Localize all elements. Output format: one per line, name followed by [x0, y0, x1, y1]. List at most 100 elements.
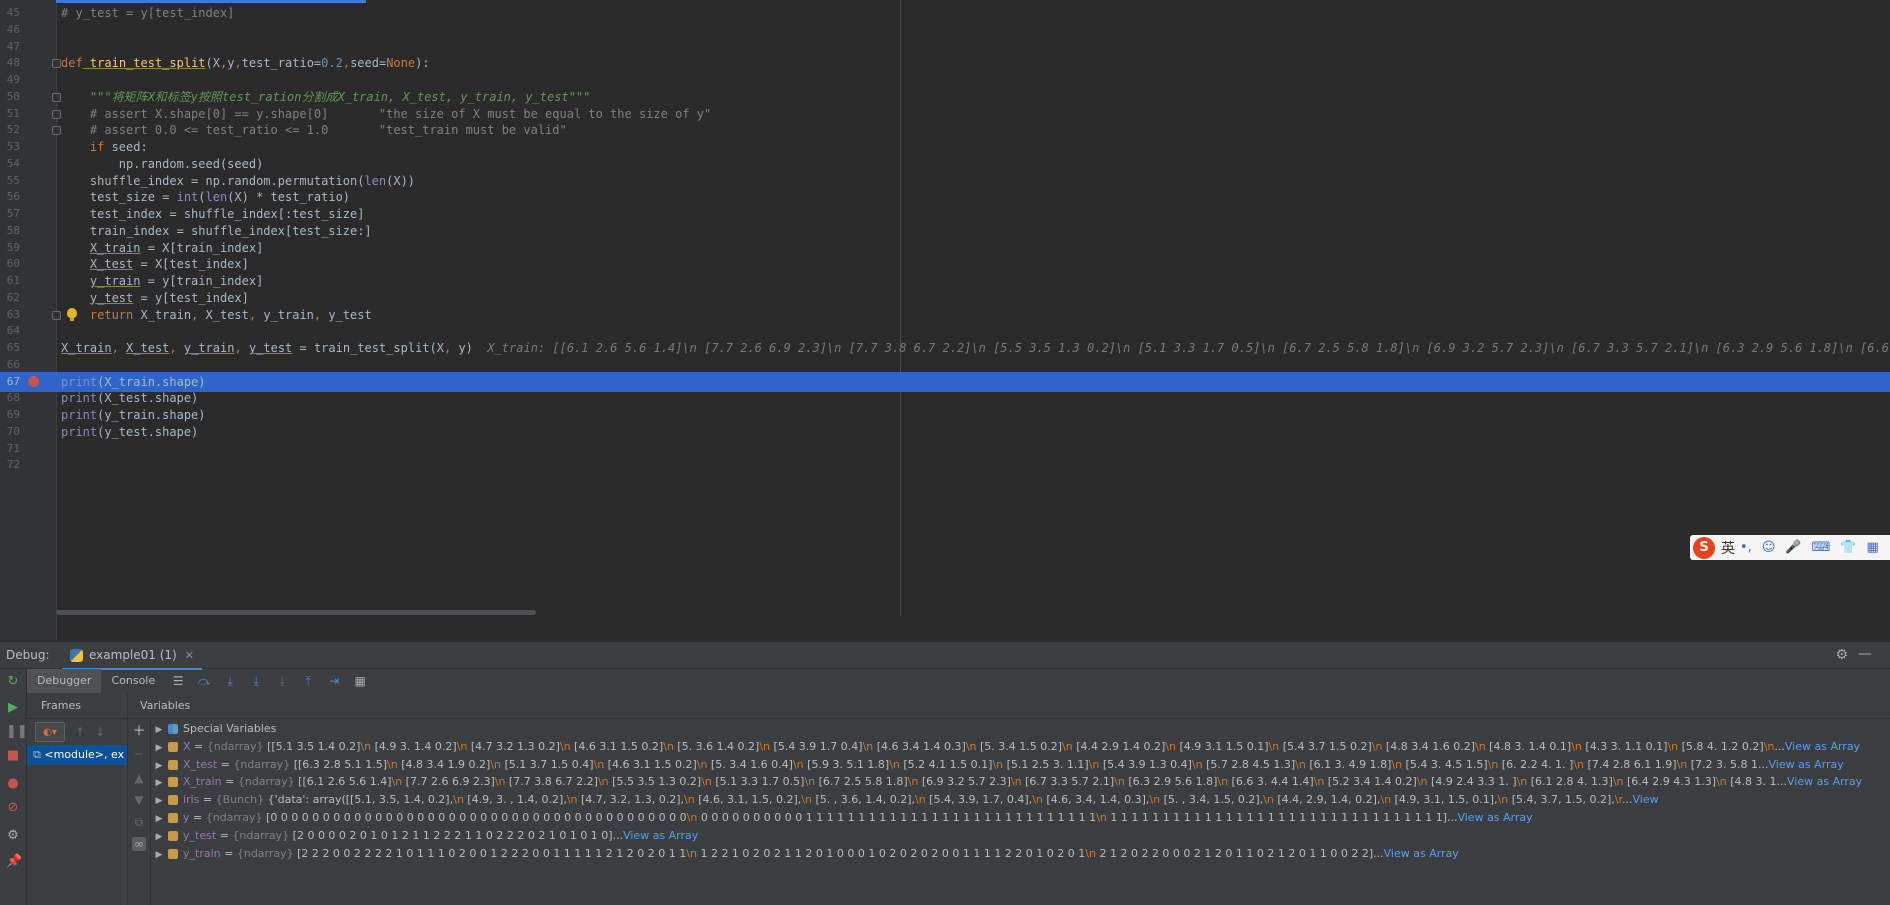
mute-breakpoints-icon[interactable]: ⊘	[6, 801, 20, 815]
tab-console[interactable]: Console	[101, 669, 165, 693]
variable-name: X_train	[183, 775, 222, 789]
view-as-array-link[interactable]: View as Array	[1457, 811, 1532, 824]
rerun-icon[interactable]: ↻	[6, 675, 20, 689]
view-breakpoints-icon[interactable]: ●	[6, 777, 20, 791]
code-editor[interactable]: 45 # y_test = y[test_index] 46 47 48 def trai…	[0, 0, 1890, 640]
variable-value: [[6.1 2.6 5.6 1.4]\n [7.7 2.6 6.9 2.3]\n…	[298, 775, 1787, 789]
variable-type: {ndarray}	[206, 739, 264, 753]
view-as-array-link[interactable]: View as Array	[1384, 847, 1459, 860]
variables-toolbar: + − ▲ ▼ ⧉ ∞	[128, 719, 151, 905]
fold-marker-icon[interactable]	[52, 92, 61, 102]
variable-row[interactable]: ▶ X_test = {ndarray} [[6.3 2.8 5.1 1.5]\n…	[152, 756, 1890, 774]
variable-row[interactable]: ▶ y = {ndarray} [0 0 0 0 0 0 0 0 0 0 0 0 …	[152, 809, 1890, 827]
variable-name: iris	[183, 793, 200, 807]
code-line[interactable]: 72	[0, 455, 1890, 475]
fold-marker-icon[interactable]	[52, 126, 61, 136]
skin-icon[interactable]: 👕	[1840, 540, 1856, 555]
arrow-down-icon[interactable]: ↓	[95, 725, 105, 739]
variable-row[interactable]: ▶ X_train = {ndarray} [[6.1 2.6 5.6 1.4]\…	[152, 773, 1890, 791]
expand-icon[interactable]: ▶	[152, 811, 166, 827]
variable-icon	[168, 830, 178, 841]
expand-icon[interactable]: ▶	[152, 829, 166, 845]
variable-row[interactable]: ▶ y_test = {ndarray} [2 0 0 0 0 2 0 1 0 1…	[152, 827, 1890, 845]
tab-debugger[interactable]: Debugger	[27, 669, 102, 693]
resume-icon[interactable]: ▶	[6, 701, 20, 715]
minimize-icon[interactable]: —	[1858, 646, 1872, 662]
move-down-icon[interactable]: ▼	[132, 793, 146, 807]
variable-icon	[168, 795, 178, 806]
pause-icon[interactable]: ❚❚	[6, 725, 28, 739]
editor-horizontal-scrollbar[interactable]	[56, 610, 536, 615]
variable-type: {ndarray}	[233, 757, 291, 771]
force-step-into-icon[interactable]: ⤓	[275, 674, 289, 688]
microphone-icon[interactable]: 🎤	[1785, 540, 1801, 555]
breakpoint-icon[interactable]	[28, 375, 39, 387]
fold-marker-icon[interactable]	[52, 109, 61, 119]
view-as-array-link[interactable]: View as Array	[623, 829, 698, 842]
line-number[interactable]: 72	[0, 455, 20, 475]
arrow-up-icon[interactable]: ↑	[75, 725, 85, 739]
ime-logo-icon[interactable]: S	[1693, 536, 1715, 559]
show-watches-icon[interactable]: ∞	[132, 837, 146, 851]
show-execution-point-icon[interactable]: ☰	[171, 674, 185, 688]
fold-marker-icon[interactable]	[52, 310, 61, 320]
view-as-array-link[interactable]: View	[1633, 793, 1659, 806]
gear-icon[interactable]: ⚙	[1835, 647, 1848, 663]
copy-icon[interactable]: ⧉	[132, 815, 146, 829]
ime-toolbar[interactable]: S 英 •, ☺ 🎤 ⌨ 👕 ▦	[1690, 535, 1890, 560]
move-up-icon[interactable]: ▲	[132, 771, 146, 785]
variables-header: Variables	[128, 694, 1890, 719]
step-into-my-code-icon[interactable]: ⤓	[249, 674, 263, 688]
debug-label: Debug:	[6, 648, 50, 662]
debugger-tabs-row: Debugger Console ☰ ⤼ ⤓ ⤓ ⤓ ⤒ ⇥ ▦	[27, 669, 373, 693]
thread-dropdown[interactable]: ◐▾	[35, 722, 65, 742]
frame-icon: ⧉	[33, 748, 41, 761]
ime-language-toggle[interactable]: 英	[1721, 538, 1735, 558]
special-variables-row[interactable]: ▶ Special Variables	[152, 720, 1890, 738]
view-as-array-link[interactable]: View as Array	[1769, 758, 1844, 771]
add-watch-icon[interactable]: +	[132, 723, 146, 738]
variable-row[interactable]: ▶ iris = {Bunch} {'data': array([[5.1, 3.…	[152, 791, 1890, 809]
variable-name: X	[183, 739, 191, 753]
expand-icon[interactable]: ▶	[152, 793, 166, 809]
ime-punct-toggle[interactable]: •,	[1740, 540, 1752, 555]
variable-name: X_test	[183, 757, 218, 771]
expand-icon[interactable]: ▶	[152, 722, 166, 738]
variable-value: {'data': array([[5.1, 3.5, 1.4, 0.2],\n …	[267, 793, 1633, 807]
variable-row[interactable]: ▶ y_train = {ndarray} [2 2 2 0 0 2 2 2 2 …	[152, 845, 1890, 863]
variable-value: [0 0 0 0 0 0 0 0 0 0 0 0 0 0 0 0 0 0 0 0…	[266, 810, 1458, 824]
variable-icon	[168, 759, 178, 770]
variable-value: [2 0 0 0 0 2 0 1 0 1 2 1 1 2 2 2 1 1 0 2…	[292, 828, 624, 842]
view-as-array-link[interactable]: View as Array	[1785, 740, 1860, 753]
stop-icon[interactable]: ■	[6, 749, 20, 763]
frame-item[interactable]: ⧉ <module>, ex	[27, 745, 127, 765]
pin-icon[interactable]: 📌	[6, 855, 22, 869]
expand-icon[interactable]: ▶	[152, 758, 166, 774]
variable-name: y_train	[183, 846, 221, 860]
variable-type: {ndarray}	[237, 775, 295, 789]
emoji-icon[interactable]: ☺	[1762, 540, 1776, 555]
step-over-icon[interactable]: ⤼	[197, 674, 211, 688]
keyboard-icon[interactable]: ⌨	[1812, 540, 1831, 555]
view-as-array-link[interactable]: View as Array	[1787, 775, 1862, 788]
variable-type: {ndarray}	[236, 846, 294, 860]
variable-value: [2 2 2 0 0 2 2 2 2 1 0 1 1 1 0 2 0 0 1 2…	[297, 846, 1384, 860]
toolbox-icon[interactable]: ▦	[1867, 540, 1879, 555]
variable-row[interactable]: ▶ X = {ndarray} [[5.1 3.5 1.4 0.2]\n [4.9…	[152, 738, 1890, 756]
variable-type: {ndarray}	[232, 828, 290, 842]
remove-watch-icon[interactable]: −	[132, 747, 146, 761]
expand-icon[interactable]: ▶	[152, 740, 166, 756]
close-icon[interactable]: ✕	[185, 649, 194, 662]
step-out-icon[interactable]: ⤒	[301, 674, 315, 688]
python-icon	[70, 648, 83, 662]
run-to-cursor-icon[interactable]: ⇥	[327, 674, 341, 688]
evaluate-expression-icon[interactable]: ▦	[353, 674, 367, 688]
debug-session-tab[interactable]: example01 (1) ✕	[62, 642, 202, 670]
expand-icon[interactable]: ▶	[152, 847, 166, 863]
fold-marker-icon[interactable]	[52, 59, 61, 69]
expand-icon[interactable]: ▶	[152, 775, 166, 791]
step-into-icon[interactable]: ⤓	[223, 674, 237, 688]
settings-icon[interactable]: ⚙	[6, 829, 20, 843]
variable-type: {ndarray}	[205, 810, 263, 824]
variable-icon	[168, 741, 178, 752]
